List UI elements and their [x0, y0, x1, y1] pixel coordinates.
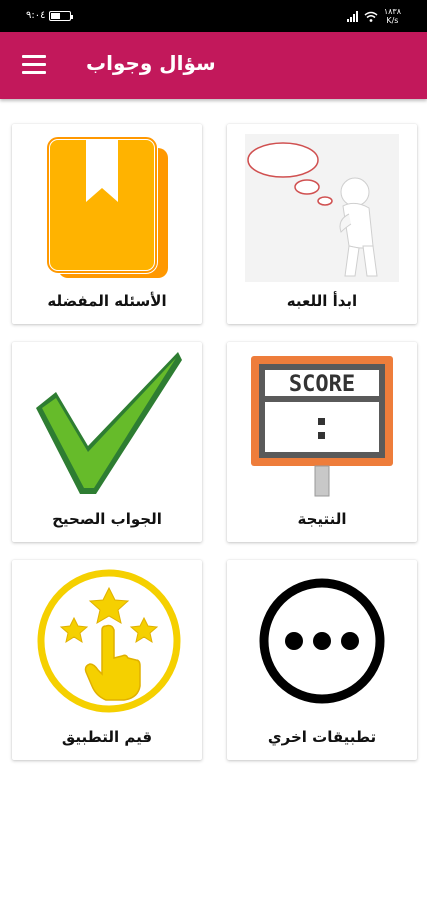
network-speed: ١٨٣٨ K/s [384, 7, 401, 25]
other-apps-label: تطبيقات اخري [267, 728, 377, 746]
scoreboard-icon: SCORE [251, 356, 393, 497]
status-bar: ٩:٠٤ ١٨٣٨ K/s [0, 0, 427, 32]
rate-app-label: قيم التطبيق [61, 728, 153, 746]
status-left: ٩:٠٤ [26, 10, 74, 21]
favorite-questions-card[interactable]: الأسئله المفضله [12, 124, 202, 324]
wifi-icon [364, 11, 378, 22]
rate-stars-hand-icon [37, 569, 181, 713]
network-speed-unit: K/s [386, 16, 399, 25]
bookmark-book-icon [46, 136, 168, 278]
network-speed-value: ١٨٣٨ [383, 7, 401, 16]
start-game-card[interactable]: ابدأ اللعبه [227, 124, 417, 324]
app-title: سؤال وجواب [86, 51, 216, 75]
score-card[interactable]: SCORE النتيجة [227, 342, 417, 542]
status-time: ٩:٠٤ [26, 10, 46, 21]
status-right: ١٨٣٨ K/s [346, 7, 401, 25]
green-checkmark-icon [36, 352, 182, 494]
start-game-label: ابدأ اللعبه [286, 292, 358, 310]
thinking-figure-icon [245, 134, 399, 282]
favorite-questions-label: الأسئله المفضله [47, 292, 167, 310]
correct-answer-label: الجواب الصحيح [52, 510, 162, 528]
battery-icon [49, 10, 74, 21]
hamburger-menu-icon[interactable] [22, 55, 46, 75]
more-dots-icon [259, 578, 385, 704]
other-apps-card[interactable]: تطبيقات اخري [227, 560, 417, 760]
app-bar: سؤال وجواب [0, 32, 427, 99]
signal-icon [346, 10, 358, 22]
rate-app-card[interactable]: قيم التطبيق [12, 560, 202, 760]
score-label: النتيجة [297, 510, 347, 528]
correct-answer-card[interactable]: الجواب الصحيح [12, 342, 202, 542]
score-text: SCORE [289, 372, 355, 397]
